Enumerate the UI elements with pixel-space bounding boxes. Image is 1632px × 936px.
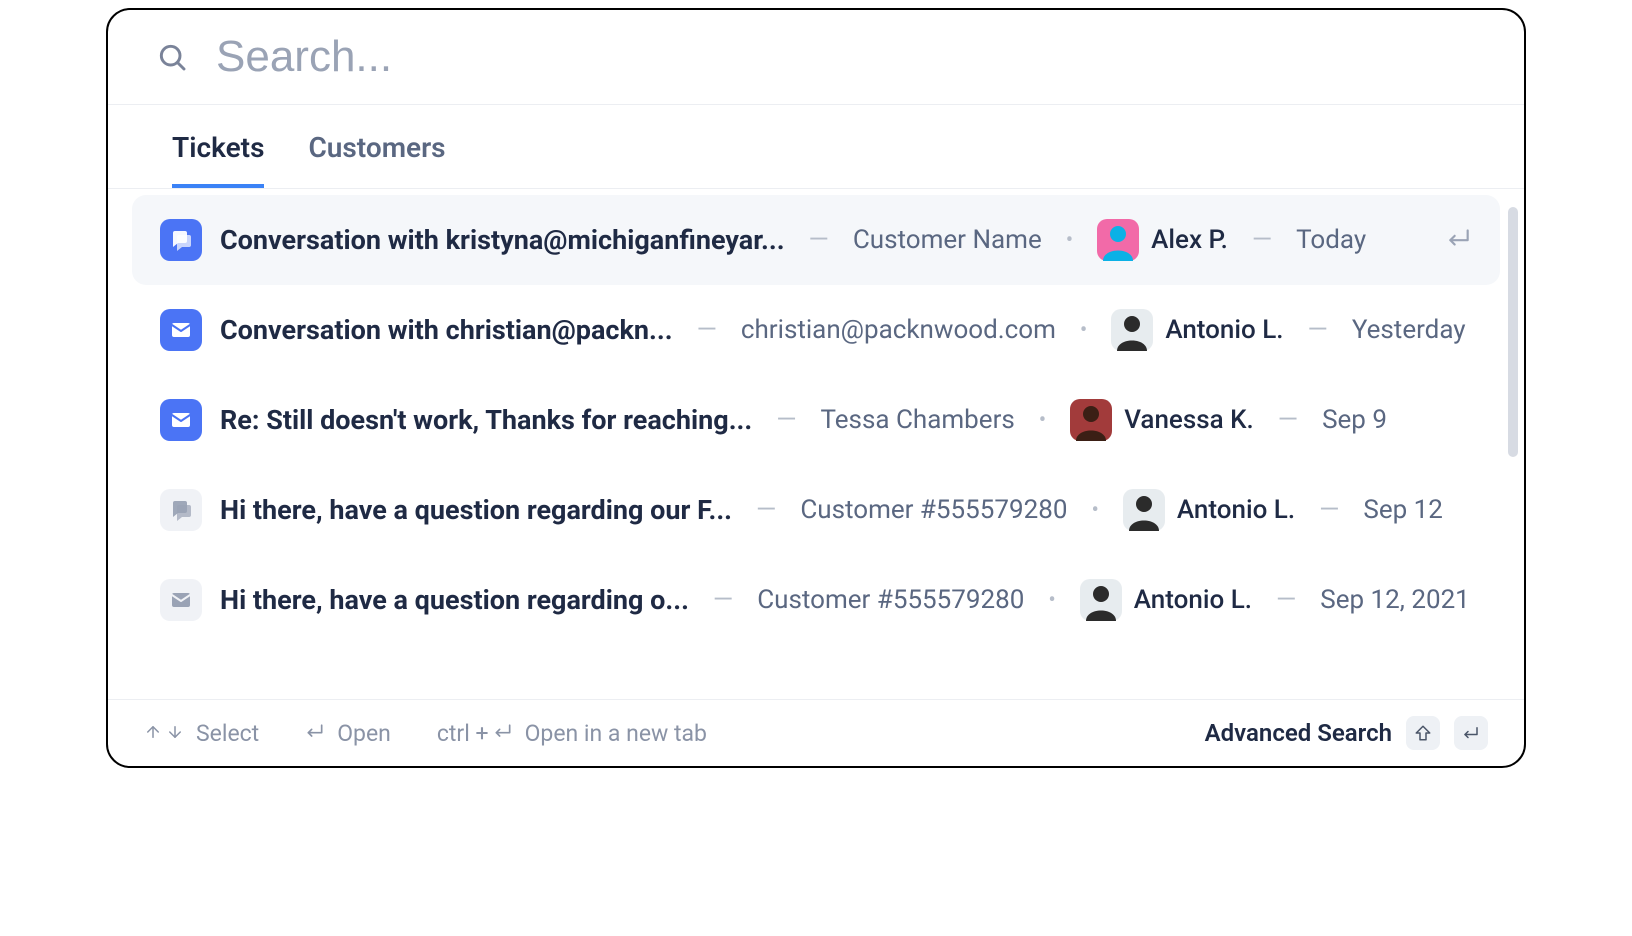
- avatar: [1080, 579, 1122, 621]
- assignee: Antonio L.: [1123, 489, 1295, 531]
- separator-dash-icon: —: [770, 405, 802, 435]
- assignee-name: Alex P.: [1151, 225, 1228, 255]
- assignee-name: Antonio L.: [1134, 585, 1252, 615]
- hint-select: Select: [144, 720, 259, 747]
- chat-icon: [160, 489, 202, 531]
- ticket-title: Conversation with christian@packn...: [220, 314, 673, 346]
- hint-select-label: Select: [196, 720, 259, 747]
- scrollbar[interactable]: [1508, 207, 1518, 457]
- assignee: Alex P.: [1097, 219, 1228, 261]
- search-input[interactable]: [216, 32, 1480, 82]
- shift-keycap: [1406, 716, 1440, 750]
- email-icon: [160, 579, 202, 621]
- assignee-name: Antonio L.: [1165, 315, 1283, 345]
- separator-dash-icon: —: [1313, 495, 1345, 525]
- hint-newtab: ctrl + Open in a new tab: [437, 720, 707, 747]
- avatar: [1123, 489, 1165, 531]
- enter-icon: [1426, 225, 1472, 255]
- search-icon: [156, 41, 188, 73]
- separator-dot-icon: •: [1060, 228, 1079, 253]
- hint-open-label: Open: [337, 720, 391, 747]
- ticket-date: Sep 12: [1363, 495, 1443, 525]
- avatar: [1070, 399, 1112, 441]
- ticket-date: Yesterday: [1352, 315, 1466, 345]
- separator-dot-icon: •: [1042, 588, 1061, 613]
- separator-dash-icon: —: [803, 225, 835, 255]
- arrow-up-icon: [144, 720, 162, 747]
- tab-tickets[interactable]: Tickets: [172, 105, 264, 188]
- separator-dot-icon: •: [1085, 498, 1104, 523]
- result-row[interactable]: Hi there, have a question regarding o...…: [132, 555, 1500, 645]
- customer-name: Customer #555579280: [757, 585, 1024, 615]
- separator-dash-icon: —: [1302, 315, 1334, 345]
- customer-name: Customer Name: [853, 225, 1042, 255]
- separator-dot-icon: •: [1074, 318, 1093, 343]
- assignee: Antonio L.: [1080, 579, 1252, 621]
- assignee: Vanessa K.: [1070, 399, 1254, 441]
- enter-icon: [493, 720, 513, 747]
- email-icon: [160, 399, 202, 441]
- hint-open: Open: [305, 720, 391, 747]
- avatar: [1111, 309, 1153, 351]
- result-row[interactable]: Conversation with kristyna@michiganfiney…: [132, 195, 1500, 285]
- separator-dash-icon: —: [1246, 225, 1278, 255]
- arrow-down-icon: [166, 720, 184, 747]
- tab-customers[interactable]: Customers: [308, 105, 445, 188]
- separator-dash-icon: —: [750, 495, 782, 525]
- ticket-date: Today: [1296, 225, 1366, 255]
- separator-dash-icon: —: [1272, 405, 1304, 435]
- tabs: Tickets Customers: [108, 105, 1524, 189]
- assignee-name: Antonio L.: [1177, 495, 1295, 525]
- result-row[interactable]: Re: Still doesn't work, Thanks for reach…: [132, 375, 1500, 465]
- hint-newtab-prefix: ctrl +: [437, 720, 489, 747]
- search-window: Tickets Customers Conversation with kris…: [106, 8, 1526, 768]
- separator-dash-icon: —: [707, 585, 739, 615]
- advanced-search-link[interactable]: Advanced Search: [1205, 719, 1392, 747]
- separator-dash-icon: —: [691, 315, 723, 345]
- ticket-date: Sep 12, 2021: [1320, 585, 1470, 615]
- results-list: Conversation with kristyna@michiganfiney…: [108, 189, 1524, 699]
- separator-dot-icon: •: [1033, 408, 1052, 433]
- avatar: [1097, 219, 1139, 261]
- result-row[interactable]: Hi there, have a question regarding our …: [132, 465, 1500, 555]
- ticket-title: Re: Still doesn't work, Thanks for reach…: [220, 404, 752, 436]
- chat-icon: [160, 219, 202, 261]
- customer-name: Tessa Chambers: [821, 405, 1015, 435]
- ticket-title: Hi there, have a question regarding our …: [220, 494, 732, 526]
- footer: Select Open ctrl + Open in a new tab Adv…: [108, 699, 1524, 766]
- customer-name: Customer #555579280: [800, 495, 1067, 525]
- assignee-name: Vanessa K.: [1124, 405, 1254, 435]
- enter-icon: [305, 720, 325, 747]
- email-icon: [160, 309, 202, 351]
- ticket-title: Hi there, have a question regarding o...: [220, 584, 689, 616]
- search-bar: [108, 10, 1524, 105]
- hint-newtab-label: Open in a new tab: [525, 720, 707, 747]
- customer-name: christian@packnwood.com: [741, 315, 1056, 345]
- assignee: Antonio L.: [1111, 309, 1283, 351]
- enter-keycap: [1454, 716, 1488, 750]
- ticket-date: Sep 9: [1322, 405, 1387, 435]
- ticket-title: Conversation with kristyna@michiganfiney…: [220, 224, 785, 256]
- result-row[interactable]: Conversation with christian@packn... — chr…: [132, 285, 1500, 375]
- separator-dash-icon: —: [1270, 585, 1302, 615]
